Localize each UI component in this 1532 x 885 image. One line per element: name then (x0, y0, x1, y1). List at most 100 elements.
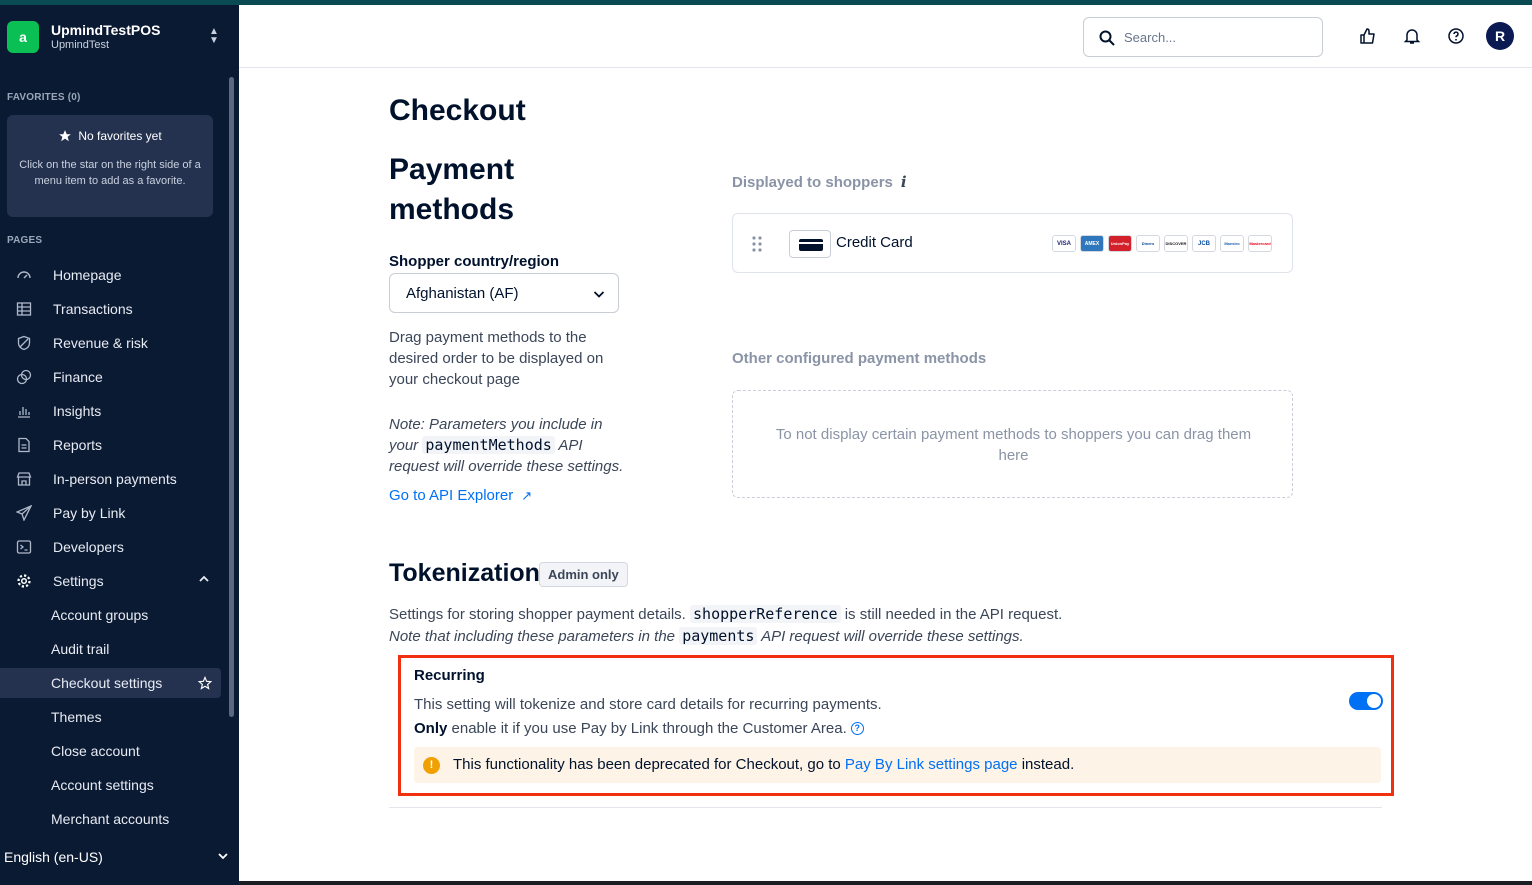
sidebar-subitem-label: Merchant accounts (51, 811, 170, 827)
displayed-to-shoppers-label: Displayed to shoppers i (732, 173, 907, 191)
sidebar-subitem-merchant-accounts[interactable]: Merchant accounts (0, 804, 221, 834)
payment-methods-title: Payment methods (389, 153, 515, 226)
gauge-icon (17, 271, 31, 279)
sidebar-item-finance[interactable]: Finance (0, 362, 221, 392)
desc1-code: shopperReference (690, 605, 841, 623)
recurring-note-bold: Only (414, 720, 448, 737)
help-icon[interactable] (1447, 27, 1465, 45)
pay-by-link-settings-link[interactable]: Pay By Link settings page (845, 756, 1018, 773)
favorites-help-text: Click on the star on the right side of a… (19, 159, 201, 187)
info-icon[interactable]: i (901, 173, 907, 191)
drag-handle-icon[interactable] (751, 235, 763, 253)
table-icon (16, 302, 32, 316)
other-methods-label: Other configured payment methods (732, 350, 987, 367)
tokenization-description: Settings for storing shopper payment det… (389, 605, 1062, 623)
recurring-note-text: enable it if you use Pay by Link through… (451, 720, 847, 737)
recurring-toggle[interactable] (1349, 692, 1383, 710)
maestro-logo: Maestro (1220, 235, 1244, 252)
sidebar-item-label: Settings (53, 573, 104, 589)
recurring-note: Only enable it if you use Pay by Link th… (414, 720, 864, 737)
unionpay-logo: UnionPay (1108, 235, 1132, 252)
country-label: Shopper country/region (389, 253, 560, 270)
account-logo: a (7, 21, 39, 53)
terminal-icon (16, 540, 32, 554)
jcb-logo: JCB (1192, 235, 1216, 252)
sidebar-item-revenue-risk[interactable]: Revenue & risk (0, 328, 221, 358)
account-switcher[interactable]: a UpmindTestPOS UpmindTest ▲ ▼ (0, 5, 239, 67)
drop-zone-text: To not display certain payment methods t… (775, 426, 1252, 464)
paper-plane-icon (16, 505, 32, 521)
desc1-prefix: Settings for storing shopper payment det… (389, 606, 686, 623)
top-header: R (239, 5, 1532, 68)
sidebar-scrollbar[interactable] (229, 77, 234, 717)
page-title: Checkout (389, 94, 526, 127)
diners-logo: Diners (1136, 235, 1160, 252)
payment-methods-drop-zone[interactable]: To not display certain payment methods t… (732, 390, 1293, 498)
amex-logo: AMEX (1080, 235, 1104, 252)
sidebar-subitem-label: Account settings (51, 777, 154, 793)
sidebar-item-label: Pay by Link (53, 505, 126, 521)
sidebar-subitem-audit-trail[interactable]: Audit trail (0, 634, 221, 664)
recurring-title: Recurring (414, 667, 485, 684)
chevron-up-icon[interactable] (197, 572, 211, 586)
api-explorer-link-text: Go to API Explorer (389, 487, 514, 504)
question-icon[interactable]: ? (850, 722, 864, 735)
sidebar-subitem-close-account[interactable]: Close account (0, 736, 221, 766)
shield-icon (17, 335, 31, 351)
desc2-code: payments (679, 627, 758, 645)
country-select[interactable]: Afghanistan (AF) (389, 273, 619, 313)
sidebar-subitem-account-settings[interactable]: Account settings (0, 770, 221, 800)
favorites-title: No favorites yet (7, 129, 213, 143)
coins-icon (16, 369, 32, 385)
sidebar-subitem-label: Close account (51, 743, 140, 759)
desc1-suffix: is still needed in the API request. (844, 606, 1063, 623)
account-subname: UpmindTest (51, 39, 110, 51)
search-box[interactable] (1083, 17, 1323, 57)
language-selector[interactable]: English (en-US) (0, 837, 239, 875)
document-icon (18, 437, 30, 453)
favorites-title-text: No favorites yet (78, 129, 162, 143)
payment-method-card[interactable]: Credit Card VISA AMEX UnionPay Diners DI… (732, 213, 1293, 273)
api-explorer-link[interactable]: Go to API Explorer ↗ (389, 487, 532, 504)
account-name: UpmindTestPOS (51, 22, 161, 38)
favorites-empty-box: No favorites yet Click on the star on th… (7, 115, 213, 217)
sidebar-subitem-label: Themes (51, 709, 102, 725)
pages-section-label: PAGES (7, 235, 43, 246)
sidebar-item-developers[interactable]: Developers (0, 532, 221, 562)
sidebar-subitem-label: Checkout settings (51, 675, 163, 691)
search-input[interactable] (1124, 27, 1314, 47)
sidebar-item-pay-by-link[interactable]: Pay by Link (0, 498, 221, 528)
admin-only-badge: Admin only (539, 562, 628, 587)
gear-icon (17, 574, 31, 588)
credit-card-icon (789, 230, 831, 258)
desc2-suffix: API request will override these settings… (761, 628, 1024, 645)
sidebar-item-insights[interactable]: Insights (0, 396, 221, 426)
tokenization-note: Note that including these parameters in … (389, 627, 1024, 645)
sidebar: a UpmindTestPOS UpmindTest ▲ ▼ FAVORITES … (0, 5, 239, 885)
search-icon (1099, 30, 1115, 46)
sidebar-subitem-label: Account groups (51, 607, 149, 623)
warning-prefix: This functionality has been deprecated f… (453, 756, 841, 773)
star-icon[interactable] (198, 676, 212, 690)
sidebar-item-settings[interactable]: Settings (0, 566, 221, 596)
api-note-text: Note: Parameters you include in your pay… (389, 414, 629, 477)
sidebar-subitem-account-groups[interactable]: Account groups (0, 600, 221, 630)
favorites-section-label: FAVORITES (0) (7, 92, 81, 103)
thumbs-up-icon[interactable] (1359, 27, 1377, 45)
chevron-up-down-icon[interactable]: ▲ ▼ (207, 27, 221, 47)
user-avatar[interactable]: R (1486, 22, 1514, 50)
recurring-description: This setting will tokenize and store car… (414, 696, 882, 713)
sidebar-subitem-themes[interactable]: Themes (0, 702, 221, 732)
sidebar-item-homepage[interactable]: Homepage (0, 260, 221, 290)
store-icon (16, 472, 32, 486)
sidebar-item-label: Homepage (53, 267, 122, 283)
mastercard-logo: Mastercard (1248, 235, 1272, 252)
chevron-down-icon (593, 291, 605, 298)
sidebar-subitem-checkout-settings[interactable]: Checkout settings (0, 668, 221, 698)
bell-icon[interactable] (1403, 27, 1421, 45)
sidebar-item-label: Finance (53, 369, 103, 385)
sidebar-item-transactions[interactable]: Transactions (0, 294, 221, 324)
sidebar-item-label: Revenue & risk (53, 335, 148, 351)
sidebar-item-in-person-payments[interactable]: In-person payments (0, 464, 221, 494)
sidebar-item-reports[interactable]: Reports (0, 430, 221, 460)
